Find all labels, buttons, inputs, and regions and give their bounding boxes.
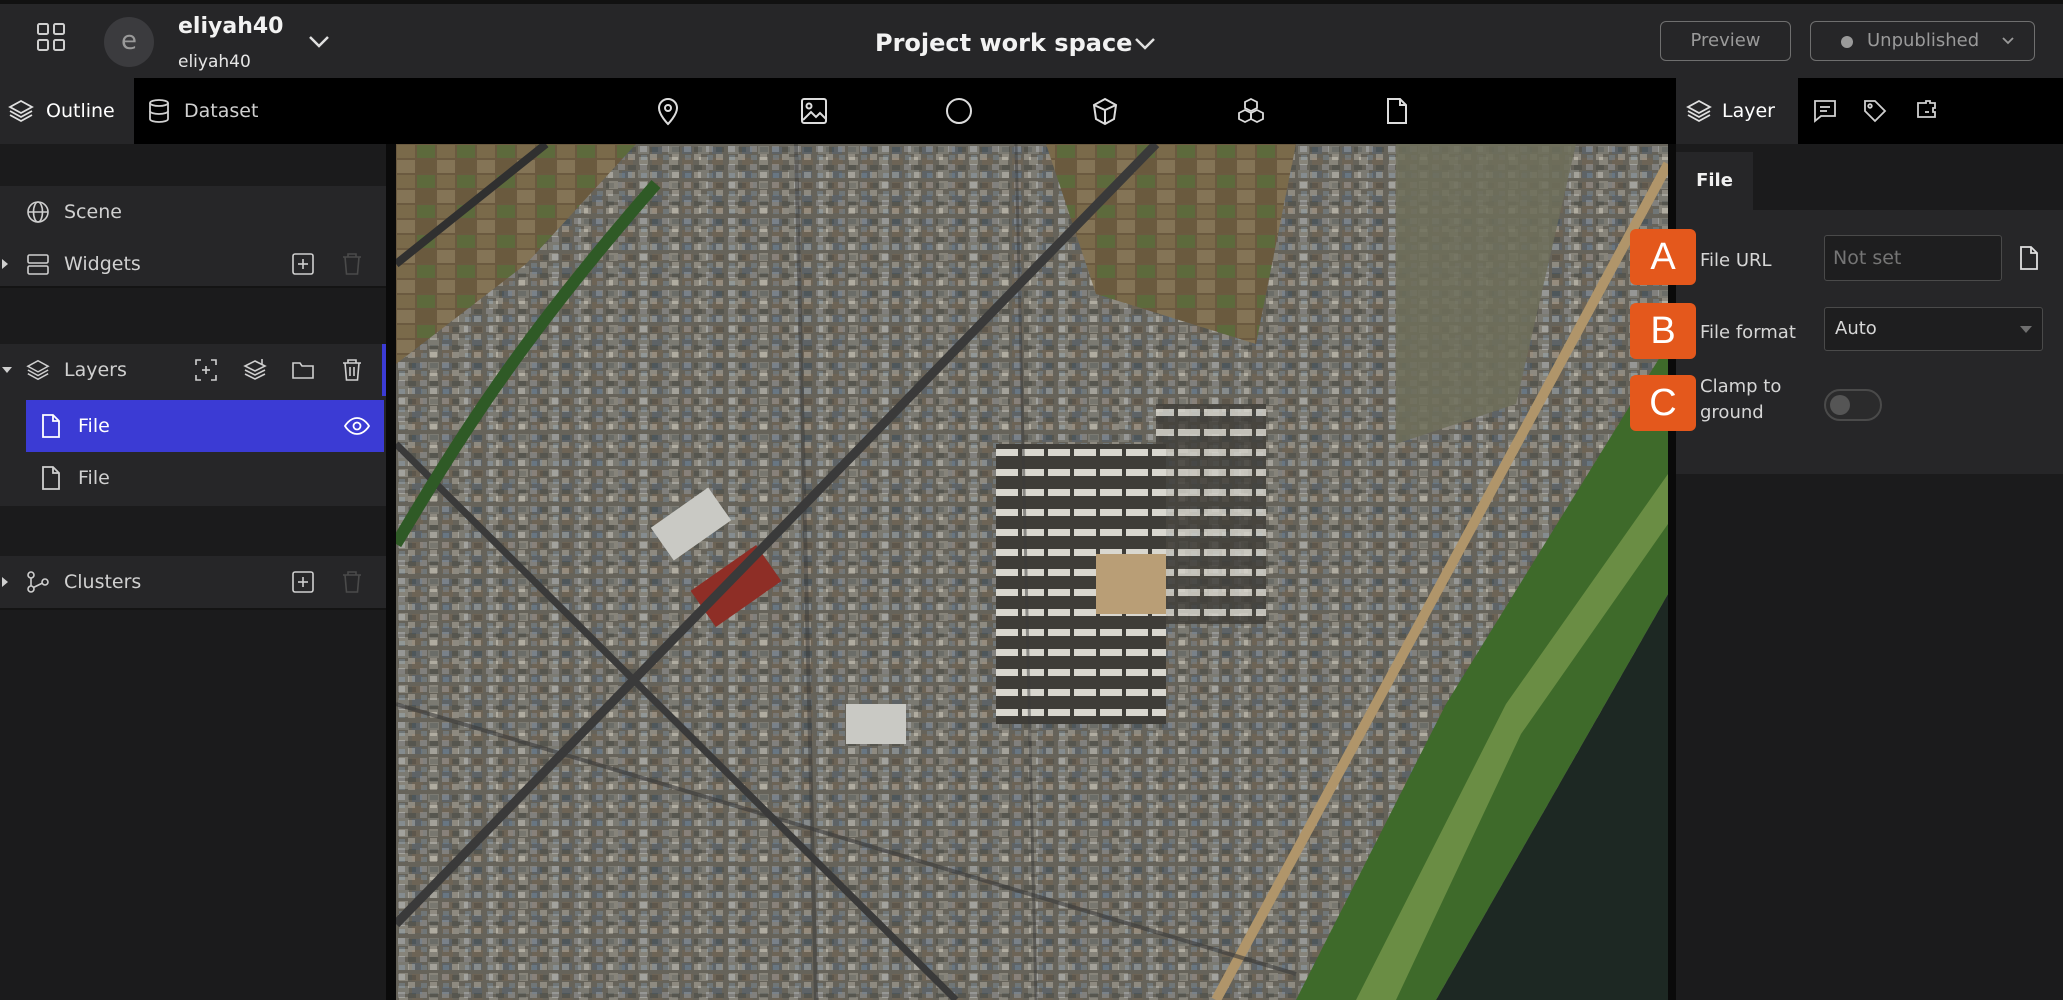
- divider: [0, 608, 386, 610]
- add-layer-icon[interactable]: [193, 357, 219, 383]
- tab-outline-label: Outline: [46, 100, 115, 122]
- box-3d-icon[interactable]: [1090, 96, 1120, 126]
- layers-icon: [26, 359, 50, 381]
- clamp-to-ground-toggle[interactable]: [1824, 389, 1882, 421]
- cluster-icon: [27, 571, 49, 593]
- left-panel-tabs: Outline Dataset: [0, 78, 386, 144]
- image-icon[interactable]: [799, 96, 829, 126]
- tab-layer-label: Layer: [1722, 100, 1775, 122]
- annotation-marker-c: C: [1630, 375, 1696, 431]
- expand-caret-icon[interactable]: [2, 259, 8, 269]
- toggle-knob: [1830, 395, 1850, 415]
- property-section-header: File: [1676, 152, 2063, 210]
- scene-row[interactable]: Scene: [0, 186, 386, 238]
- plugin-icon[interactable]: [1914, 98, 1940, 124]
- layer-stack-icon[interactable]: [242, 357, 268, 383]
- tab-dataset[interactable]: Dataset: [146, 78, 286, 144]
- dropdown-arrow-icon: [2020, 326, 2032, 333]
- layer-name: File: [78, 467, 110, 489]
- clusters-label: Clusters: [64, 571, 142, 593]
- apps-grid-icon[interactable]: [36, 22, 66, 52]
- user-name: eliyah40: [178, 52, 251, 72]
- tab-outline[interactable]: Outline: [0, 78, 134, 144]
- tab-layer[interactable]: Layer: [1676, 78, 1798, 144]
- trash-icon[interactable]: [339, 569, 365, 595]
- globe-icon: [27, 201, 49, 223]
- file-url-label: File URL: [1700, 250, 1772, 271]
- annotation-marker-b: B: [1630, 303, 1696, 359]
- top-header: e eliyah40 eliyah40 Project work space P…: [0, 0, 2063, 78]
- map-viewport[interactable]: [396, 144, 1668, 1000]
- publish-status-label: Unpublished: [1867, 30, 1980, 51]
- clusters-row[interactable]: Clusters: [0, 556, 386, 608]
- file-format-select[interactable]: Auto: [1824, 307, 2043, 351]
- collapse-caret-icon[interactable]: [2, 367, 12, 373]
- file-icon: [42, 466, 60, 490]
- layers-row[interactable]: Layers: [0, 344, 386, 396]
- add-widget-icon[interactable]: [290, 251, 316, 277]
- avatar[interactable]: e: [104, 17, 154, 67]
- clamp-label-line2: ground: [1700, 402, 1764, 423]
- layer-item[interactable]: File: [26, 452, 384, 504]
- clamp-label-line1: Clamp to: [1700, 376, 1782, 397]
- scene-label: Scene: [64, 201, 122, 223]
- eye-visibility-icon[interactable]: [344, 414, 370, 438]
- chevron-down-icon[interactable]: [1132, 34, 1158, 54]
- workspace-name: eliyah40: [178, 14, 284, 39]
- widgets-row[interactable]: Widgets: [0, 238, 386, 290]
- folder-icon[interactable]: [290, 357, 316, 383]
- tab-dataset-label: Dataset: [184, 100, 259, 122]
- tag-icon[interactable]: [1862, 98, 1888, 124]
- layers-icon: [8, 99, 34, 123]
- layers-label: Layers: [64, 359, 127, 381]
- map-pin-icon[interactable]: [653, 96, 683, 126]
- file-icon: [42, 414, 60, 438]
- expand-caret-icon[interactable]: [2, 577, 8, 587]
- layer-item[interactable]: File: [26, 400, 384, 452]
- layers-icon: [1686, 99, 1712, 123]
- widgets-label: Widgets: [64, 253, 141, 275]
- trash-icon[interactable]: [339, 251, 365, 277]
- section-title-file[interactable]: File: [1676, 152, 1753, 210]
- file-format-value: Auto: [1835, 318, 1877, 339]
- map-toolbar: [386, 78, 1676, 144]
- file-picker-icon[interactable]: [2018, 245, 2040, 271]
- file-url-input[interactable]: [1824, 235, 2002, 281]
- right-panel-tabs: Layer: [1676, 78, 2063, 144]
- publish-status-button[interactable]: Unpublished: [1810, 21, 2035, 61]
- file-icon[interactable]: [1382, 96, 1412, 126]
- project-title[interactable]: Project work space: [875, 29, 1132, 57]
- status-dot-icon: [1841, 36, 1853, 48]
- add-cluster-icon[interactable]: [290, 569, 316, 595]
- circle-icon[interactable]: [944, 96, 974, 126]
- file-format-label: File format: [1700, 322, 1796, 343]
- annotation-marker-a: A: [1630, 229, 1696, 285]
- widgets-icon: [27, 254, 49, 275]
- database-icon: [149, 99, 169, 123]
- infobox-icon[interactable]: [1812, 98, 1838, 124]
- preview-button[interactable]: Preview: [1660, 21, 1791, 61]
- chevron-down-icon[interactable]: [306, 32, 332, 52]
- trash-icon[interactable]: [339, 357, 365, 383]
- active-section-indicator: [382, 344, 386, 396]
- model-3d-icon[interactable]: [1236, 96, 1266, 126]
- divider: [0, 286, 386, 288]
- satellite-map-image: [396, 144, 1668, 1000]
- outline-panel: Scene Widgets Layers File File Clusters: [0, 144, 386, 1000]
- layer-name: File: [78, 415, 110, 437]
- chevron-down-icon: [2002, 37, 2014, 45]
